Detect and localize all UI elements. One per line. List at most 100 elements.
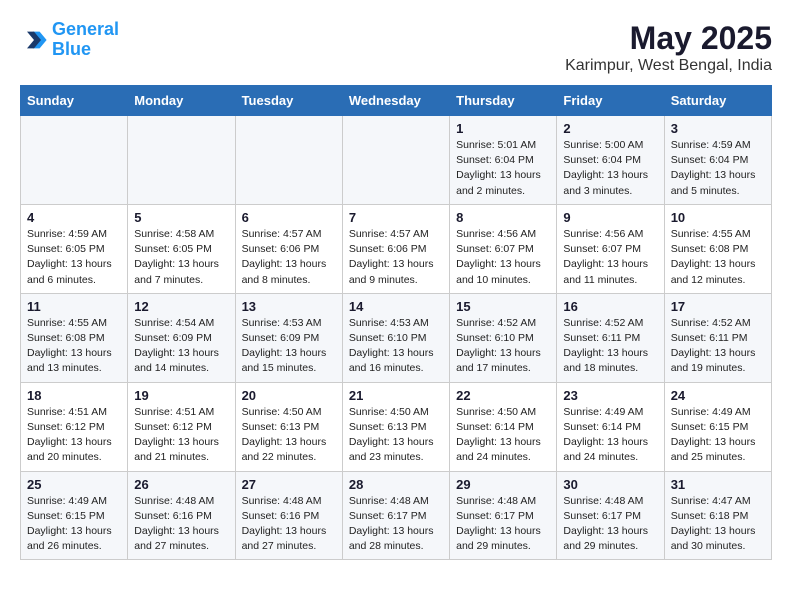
- calendar-cell: 12Sunrise: 4:54 AMSunset: 6:09 PMDayligh…: [128, 293, 235, 382]
- day-info: Sunrise: 4:50 AMSunset: 6:14 PMDaylight:…: [456, 405, 550, 466]
- title-block: May 2025 Karimpur, West Bengal, India: [565, 20, 772, 75]
- calendar-week-row: 1 Sunrise: 5:01 AMSunset: 6:04 PMDaylight…: [21, 116, 772, 205]
- day-number: 30: [563, 477, 657, 492]
- day-number: 4: [27, 210, 121, 225]
- calendar-table: SundayMondayTuesdayWednesdayThursdayFrid…: [20, 85, 772, 560]
- day-number: 5: [134, 210, 228, 225]
- weekday-header-friday: Friday: [557, 86, 664, 116]
- day-info: Sunrise: 4:57 AMSunset: 6:06 PMDaylight:…: [242, 227, 336, 288]
- day-info: Sunrise: 4:49 AMSunset: 6:14 PMDaylight:…: [563, 405, 657, 466]
- day-number: 15: [456, 299, 550, 314]
- day-info: Sunrise: 4:52 AMSunset: 6:10 PMDaylight:…: [456, 316, 550, 377]
- day-number: 3: [671, 121, 765, 136]
- calendar-cell: 28Sunrise: 4:48 AMSunset: 6:17 PMDayligh…: [342, 471, 449, 560]
- day-number: 1: [456, 121, 550, 136]
- calendar-cell: 21 Sunrise: 4:50 AMSunset: 6:13 PMDayligh…: [342, 382, 449, 471]
- day-number: 17: [671, 299, 765, 314]
- day-info: Sunrise: 4:50 AMSunset: 6:13 PMDaylight:…: [242, 405, 336, 466]
- day-info: Sunrise: 4:53 AMSunset: 6:09 PMDaylight:…: [242, 316, 336, 377]
- calendar-week-row: 4 Sunrise: 4:59 AMSunset: 6:05 PMDaylight…: [21, 204, 772, 293]
- day-number: 16: [563, 299, 657, 314]
- weekday-header-thursday: Thursday: [450, 86, 557, 116]
- calendar-cell: 14 Sunrise: 4:53 AMSunset: 6:10 PMDayligh…: [342, 293, 449, 382]
- day-info: Sunrise: 4:50 AMSunset: 6:13 PMDaylight:…: [349, 405, 443, 466]
- calendar-cell: 22Sunrise: 4:50 AMSunset: 6:14 PMDayligh…: [450, 382, 557, 471]
- calendar-cell: 24 Sunrise: 4:49 AMSunset: 6:15 PMDayligh…: [664, 382, 771, 471]
- day-info: Sunrise: 5:01 AMSunset: 6:04 PMDaylight:…: [456, 138, 550, 199]
- calendar-week-row: 25 Sunrise: 4:49 AMSunset: 6:15 PMDayligh…: [21, 471, 772, 560]
- day-number: 10: [671, 210, 765, 225]
- day-info: Sunrise: 4:51 AMSunset: 6:12 PMDaylight:…: [27, 405, 121, 466]
- weekday-header-tuesday: Tuesday: [235, 86, 342, 116]
- day-info: Sunrise: 4:47 AMSunset: 6:18 PMDaylight:…: [671, 494, 765, 555]
- calendar-cell: 25 Sunrise: 4:49 AMSunset: 6:15 PMDayligh…: [21, 471, 128, 560]
- calendar-cell: 5 Sunrise: 4:58 AMSunset: 6:05 PMDaylight…: [128, 204, 235, 293]
- day-number: 20: [242, 388, 336, 403]
- day-number: 18: [27, 388, 121, 403]
- location-subtitle: Karimpur, West Bengal, India: [565, 57, 772, 75]
- day-info: Sunrise: 4:54 AMSunset: 6:09 PMDaylight:…: [134, 316, 228, 377]
- calendar-cell: 20 Sunrise: 4:50 AMSunset: 6:13 PMDayligh…: [235, 382, 342, 471]
- day-info: Sunrise: 4:52 AMSunset: 6:11 PMDaylight:…: [563, 316, 657, 377]
- day-info: Sunrise: 4:59 AMSunset: 6:04 PMDaylight:…: [671, 138, 765, 199]
- calendar-cell: 18 Sunrise: 4:51 AMSunset: 6:12 PMDayligh…: [21, 382, 128, 471]
- calendar-cell: [128, 116, 235, 205]
- day-number: 2: [563, 121, 657, 136]
- calendar-header: SundayMondayTuesdayWednesdayThursdayFrid…: [21, 86, 772, 116]
- day-number: 25: [27, 477, 121, 492]
- day-info: Sunrise: 4:49 AMSunset: 6:15 PMDaylight:…: [671, 405, 765, 466]
- day-number: 19: [134, 388, 228, 403]
- calendar-cell: 30Sunrise: 4:48 AMSunset: 6:17 PMDayligh…: [557, 471, 664, 560]
- calendar-cell: [21, 116, 128, 205]
- day-info: Sunrise: 4:56 AMSunset: 6:07 PMDaylight:…: [456, 227, 550, 288]
- day-info: Sunrise: 4:57 AMSunset: 6:06 PMDaylight:…: [349, 227, 443, 288]
- calendar-cell: [235, 116, 342, 205]
- day-info: Sunrise: 4:52 AMSunset: 6:11 PMDaylight:…: [671, 316, 765, 377]
- day-info: Sunrise: 4:48 AMSunset: 6:17 PMDaylight:…: [349, 494, 443, 555]
- day-number: 26: [134, 477, 228, 492]
- day-number: 13: [242, 299, 336, 314]
- calendar-cell: [342, 116, 449, 205]
- calendar-cell: 10 Sunrise: 4:55 AMSunset: 6:08 PMDayligh…: [664, 204, 771, 293]
- day-info: Sunrise: 4:58 AMSunset: 6:05 PMDaylight:…: [134, 227, 228, 288]
- day-info: Sunrise: 4:48 AMSunset: 6:16 PMDaylight:…: [134, 494, 228, 555]
- calendar-cell: 17 Sunrise: 4:52 AMSunset: 6:11 PMDayligh…: [664, 293, 771, 382]
- day-info: Sunrise: 4:56 AMSunset: 6:07 PMDaylight:…: [563, 227, 657, 288]
- calendar-cell: 13 Sunrise: 4:53 AMSunset: 6:09 PMDayligh…: [235, 293, 342, 382]
- calendar-cell: 19Sunrise: 4:51 AMSunset: 6:12 PMDayligh…: [128, 382, 235, 471]
- weekday-header-monday: Monday: [128, 86, 235, 116]
- weekday-header-wednesday: Wednesday: [342, 86, 449, 116]
- calendar-week-row: 18 Sunrise: 4:51 AMSunset: 6:12 PMDayligh…: [21, 382, 772, 471]
- day-number: 23: [563, 388, 657, 403]
- calendar-cell: 29 Sunrise: 4:48 AMSunset: 6:17 PMDayligh…: [450, 471, 557, 560]
- day-number: 24: [671, 388, 765, 403]
- day-info: Sunrise: 4:53 AMSunset: 6:10 PMDaylight:…: [349, 316, 443, 377]
- calendar-cell: 7Sunrise: 4:57 AMSunset: 6:06 PMDaylight…: [342, 204, 449, 293]
- day-info: Sunrise: 4:59 AMSunset: 6:05 PMDaylight:…: [27, 227, 121, 288]
- weekday-header-sunday: Sunday: [21, 86, 128, 116]
- calendar-cell: 15 Sunrise: 4:52 AMSunset: 6:10 PMDayligh…: [450, 293, 557, 382]
- day-number: 14: [349, 299, 443, 314]
- day-info: Sunrise: 4:49 AMSunset: 6:15 PMDaylight:…: [27, 494, 121, 555]
- day-number: 11: [27, 299, 121, 314]
- calendar-cell: 1 Sunrise: 5:01 AMSunset: 6:04 PMDaylight…: [450, 116, 557, 205]
- logo-text: General Blue: [52, 20, 119, 60]
- calendar-cell: 16 Sunrise: 4:52 AMSunset: 6:11 PMDayligh…: [557, 293, 664, 382]
- page-header: General Blue May 2025 Karimpur, West Ben…: [20, 20, 772, 75]
- day-info: Sunrise: 4:55 AMSunset: 6:08 PMDaylight:…: [671, 227, 765, 288]
- day-number: 21: [349, 388, 443, 403]
- calendar-cell: 9 Sunrise: 4:56 AMSunset: 6:07 PMDaylight…: [557, 204, 664, 293]
- logo-icon: [20, 26, 48, 54]
- calendar-cell: 2Sunrise: 5:00 AMSunset: 6:04 PMDaylight…: [557, 116, 664, 205]
- calendar-cell: 23 Sunrise: 4:49 AMSunset: 6:14 PMDayligh…: [557, 382, 664, 471]
- calendar-cell: 31Sunrise: 4:47 AMSunset: 6:18 PMDayligh…: [664, 471, 771, 560]
- day-number: 9: [563, 210, 657, 225]
- weekday-header-saturday: Saturday: [664, 86, 771, 116]
- calendar-cell: 27Sunrise: 4:48 AMSunset: 6:16 PMDayligh…: [235, 471, 342, 560]
- day-number: 29: [456, 477, 550, 492]
- calendar-cell: 26 Sunrise: 4:48 AMSunset: 6:16 PMDayligh…: [128, 471, 235, 560]
- calendar-week-row: 11Sunrise: 4:55 AMSunset: 6:08 PMDayligh…: [21, 293, 772, 382]
- day-number: 6: [242, 210, 336, 225]
- day-info: Sunrise: 4:48 AMSunset: 6:17 PMDaylight:…: [456, 494, 550, 555]
- calendar-cell: 8Sunrise: 4:56 AMSunset: 6:07 PMDaylight…: [450, 204, 557, 293]
